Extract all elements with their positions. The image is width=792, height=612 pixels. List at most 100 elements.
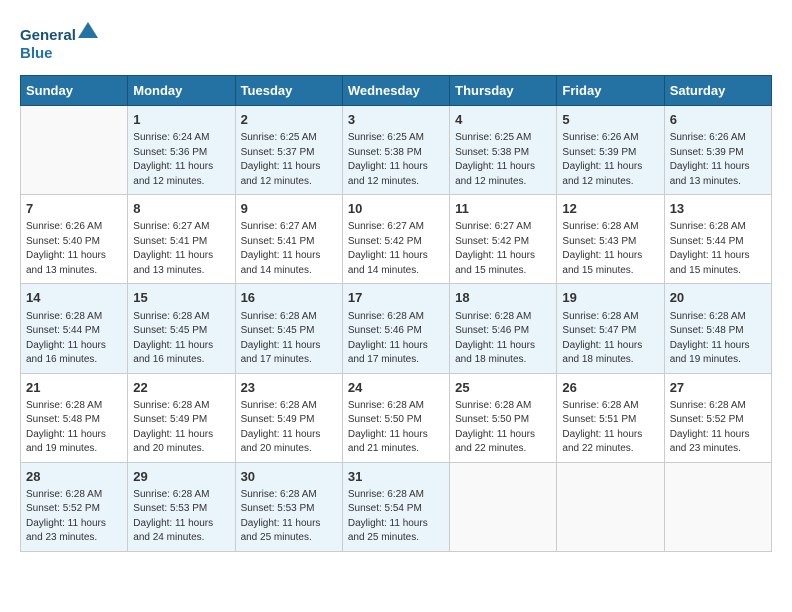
logo-svg: General Blue: [20, 20, 100, 65]
day-number: 10: [348, 200, 444, 218]
calendar-cell: [664, 462, 771, 551]
calendar-cell: 12Sunrise: 6:28 AM Sunset: 5:43 PM Dayli…: [557, 195, 664, 284]
header-saturday: Saturday: [664, 76, 771, 106]
calendar-cell: 9 Sunrise: 6:27 AM Sunset: 5:41 PM Daylig…: [235, 195, 342, 284]
day-info: Sunrise: 6:28 AM Sunset: 5:49 PM Dayligh…: [133, 399, 229, 457]
calendar-cell: 19 Sunrise: 6:28 AM Sunset: 5:47 PM Dayli…: [557, 284, 664, 373]
day-number: 5: [562, 111, 658, 129]
day-number: 27: [670, 379, 766, 397]
calendar-table: SundayMondayTuesdayWednesdayThursdayFrid…: [20, 75, 772, 552]
logo: General Blue: [20, 20, 100, 65]
calendar-cell: 24 Sunrise: 6:28 AM Sunset: 5:50 PM Dayli…: [342, 373, 449, 462]
header-thursday: Thursday: [450, 76, 557, 106]
day-info: Sunrise: 6:28 AM Sunset: 5:50 PM Dayligh…: [455, 399, 551, 457]
calendar-cell: 3 Sunrise: 6:25 AM Sunset: 5:38 PM Daylig…: [342, 106, 449, 195]
calendar-cell: 4 Sunrise: 6:25 AM Sunset: 5:38 PM Daylig…: [450, 106, 557, 195]
calendar-cell: 29Sunrise: 6:28 AM Sunset: 5:53 PM Dayli…: [128, 462, 235, 551]
day-info: Sunrise: 6:24 AM Sunset: 5:36 PM Dayligh…: [133, 131, 229, 189]
calendar-cell: 21Sunrise: 6:28 AM Sunset: 5:48 PM Dayli…: [21, 373, 128, 462]
calendar-cell: 2Sunrise: 6:25 AM Sunset: 5:37 PM Daylig…: [235, 106, 342, 195]
day-number: 23: [241, 379, 337, 397]
header-monday: Monday: [128, 76, 235, 106]
header-friday: Friday: [557, 76, 664, 106]
day-number: 20: [670, 289, 766, 307]
calendar-cell: 14 Sunrise: 6:28 AM Sunset: 5:44 PM Dayli…: [21, 284, 128, 373]
svg-text:General: General: [20, 27, 76, 44]
day-info: Sunrise: 6:28 AM Sunset: 5:52 PM Dayligh…: [670, 399, 766, 457]
day-number: 26: [562, 379, 658, 397]
day-info: Sunrise: 6:27 AM Sunset: 5:42 PM Dayligh…: [348, 220, 444, 278]
calendar-cell: 6Sunrise: 6:26 AM Sunset: 5:39 PM Daylig…: [664, 106, 771, 195]
header: General Blue: [20, 20, 772, 65]
day-number: 1: [133, 111, 229, 129]
day-number: 8: [133, 200, 229, 218]
day-info: Sunrise: 6:28 AM Sunset: 5:44 PM Dayligh…: [670, 220, 766, 278]
day-info: Sunrise: 6:28 AM Sunset: 5:48 PM Dayligh…: [670, 310, 766, 368]
day-number: 19: [562, 289, 658, 307]
calendar-cell: 28 Sunrise: 6:28 AM Sunset: 5:52 PM Dayli…: [21, 462, 128, 551]
week-row-3: 21Sunrise: 6:28 AM Sunset: 5:48 PM Dayli…: [21, 373, 772, 462]
calendar-cell: 17Sunrise: 6:28 AM Sunset: 5:46 PM Dayli…: [342, 284, 449, 373]
day-info: Sunrise: 6:28 AM Sunset: 5:45 PM Dayligh…: [133, 310, 229, 368]
week-row-0: 1 Sunrise: 6:24 AM Sunset: 5:36 PM Daylig…: [21, 106, 772, 195]
calendar-cell: 20 Sunrise: 6:28 AM Sunset: 5:48 PM Dayli…: [664, 284, 771, 373]
week-row-1: 7 Sunrise: 6:26 AM Sunset: 5:40 PM Daylig…: [21, 195, 772, 284]
calendar-cell: [557, 462, 664, 551]
calendar-cell: 1 Sunrise: 6:24 AM Sunset: 5:36 PM Daylig…: [128, 106, 235, 195]
day-info: Sunrise: 6:28 AM Sunset: 5:53 PM Dayligh…: [241, 488, 337, 546]
day-number: 15: [133, 289, 229, 307]
calendar-cell: 8 Sunrise: 6:27 AM Sunset: 5:41 PM Daylig…: [128, 195, 235, 284]
day-number: 24: [348, 379, 444, 397]
calendar-cell: 22 Sunrise: 6:28 AM Sunset: 5:49 PM Dayli…: [128, 373, 235, 462]
day-info: Sunrise: 6:26 AM Sunset: 5:39 PM Dayligh…: [562, 131, 658, 189]
day-number: 28: [26, 468, 122, 486]
day-info: Sunrise: 6:28 AM Sunset: 5:46 PM Dayligh…: [455, 310, 551, 368]
day-info: Sunrise: 6:28 AM Sunset: 5:43 PM Dayligh…: [562, 220, 658, 278]
calendar-cell: 23 Sunrise: 6:28 AM Sunset: 5:49 PM Dayli…: [235, 373, 342, 462]
header-sunday: Sunday: [21, 76, 128, 106]
calendar-cell: 5 Sunrise: 6:26 AM Sunset: 5:39 PM Daylig…: [557, 106, 664, 195]
day-number: 7: [26, 200, 122, 218]
day-number: 4: [455, 111, 551, 129]
calendar-cell: 11 Sunrise: 6:27 AM Sunset: 5:42 PM Dayli…: [450, 195, 557, 284]
day-info: Sunrise: 6:28 AM Sunset: 5:47 PM Dayligh…: [562, 310, 658, 368]
day-number: 14: [26, 289, 122, 307]
day-info: Sunrise: 6:27 AM Sunset: 5:41 PM Dayligh…: [133, 220, 229, 278]
day-number: 31: [348, 468, 444, 486]
calendar-cell: 25 Sunrise: 6:28 AM Sunset: 5:50 PM Dayli…: [450, 373, 557, 462]
days-header-row: SundayMondayTuesdayWednesdayThursdayFrid…: [21, 76, 772, 106]
day-number: 22: [133, 379, 229, 397]
day-info: Sunrise: 6:28 AM Sunset: 5:53 PM Dayligh…: [133, 488, 229, 546]
header-tuesday: Tuesday: [235, 76, 342, 106]
day-info: Sunrise: 6:28 AM Sunset: 5:49 PM Dayligh…: [241, 399, 337, 457]
day-info: Sunrise: 6:28 AM Sunset: 5:54 PM Dayligh…: [348, 488, 444, 546]
day-number: 18: [455, 289, 551, 307]
calendar-cell: 10 Sunrise: 6:27 AM Sunset: 5:42 PM Dayli…: [342, 195, 449, 284]
day-info: Sunrise: 6:27 AM Sunset: 5:41 PM Dayligh…: [241, 220, 337, 278]
day-info: Sunrise: 6:28 AM Sunset: 5:50 PM Dayligh…: [348, 399, 444, 457]
calendar-cell: 30Sunrise: 6:28 AM Sunset: 5:53 PM Dayli…: [235, 462, 342, 551]
calendar-cell: 18 Sunrise: 6:28 AM Sunset: 5:46 PM Dayli…: [450, 284, 557, 373]
day-number: 25: [455, 379, 551, 397]
calendar-cell: 31 Sunrise: 6:28 AM Sunset: 5:54 PM Dayli…: [342, 462, 449, 551]
day-number: 11: [455, 200, 551, 218]
day-info: Sunrise: 6:28 AM Sunset: 5:52 PM Dayligh…: [26, 488, 122, 546]
day-info: Sunrise: 6:26 AM Sunset: 5:39 PM Dayligh…: [670, 131, 766, 189]
day-info: Sunrise: 6:25 AM Sunset: 5:38 PM Dayligh…: [455, 131, 551, 189]
day-info: Sunrise: 6:28 AM Sunset: 5:44 PM Dayligh…: [26, 310, 122, 368]
calendar-cell: 16Sunrise: 6:28 AM Sunset: 5:45 PM Dayli…: [235, 284, 342, 373]
day-number: 3: [348, 111, 444, 129]
day-number: 9: [241, 200, 337, 218]
day-info: Sunrise: 6:27 AM Sunset: 5:42 PM Dayligh…: [455, 220, 551, 278]
day-info: Sunrise: 6:26 AM Sunset: 5:40 PM Dayligh…: [26, 220, 122, 278]
header-wednesday: Wednesday: [342, 76, 449, 106]
calendar-cell: 15 Sunrise: 6:28 AM Sunset: 5:45 PM Dayli…: [128, 284, 235, 373]
day-info: Sunrise: 6:28 AM Sunset: 5:46 PM Dayligh…: [348, 310, 444, 368]
calendar-cell: 26Sunrise: 6:28 AM Sunset: 5:51 PM Dayli…: [557, 373, 664, 462]
day-number: 13: [670, 200, 766, 218]
calendar-cell: 27 Sunrise: 6:28 AM Sunset: 5:52 PM Dayli…: [664, 373, 771, 462]
week-row-2: 14 Sunrise: 6:28 AM Sunset: 5:44 PM Dayli…: [21, 284, 772, 373]
day-info: Sunrise: 6:25 AM Sunset: 5:37 PM Dayligh…: [241, 131, 337, 189]
calendar-cell: 7 Sunrise: 6:26 AM Sunset: 5:40 PM Daylig…: [21, 195, 128, 284]
day-info: Sunrise: 6:25 AM Sunset: 5:38 PM Dayligh…: [348, 131, 444, 189]
